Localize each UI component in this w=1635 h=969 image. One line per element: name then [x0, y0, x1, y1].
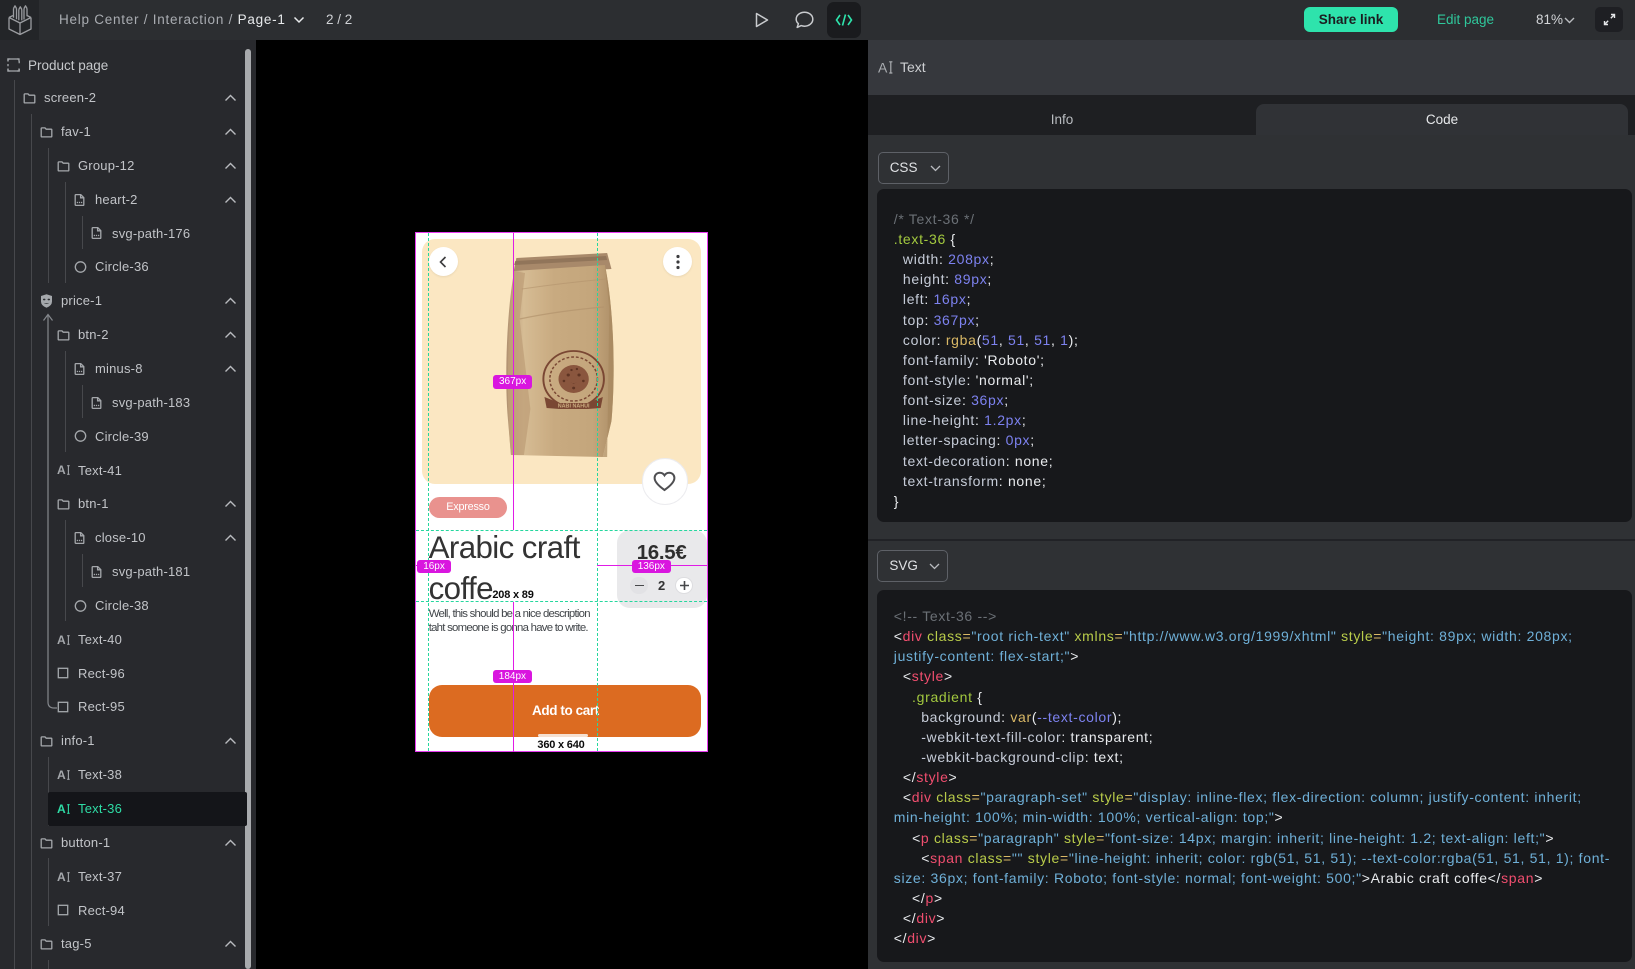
- svg-text:A: A: [57, 870, 66, 883]
- svg-text:A: A: [57, 768, 66, 781]
- svg-text:A: A: [57, 464, 66, 477]
- svg-text:A: A: [57, 802, 66, 815]
- svg-text:A: A: [57, 633, 66, 646]
- svg-text:NABI NAHUI: NABI NAHUI: [558, 403, 590, 409]
- svg-text:A: A: [878, 60, 888, 75]
